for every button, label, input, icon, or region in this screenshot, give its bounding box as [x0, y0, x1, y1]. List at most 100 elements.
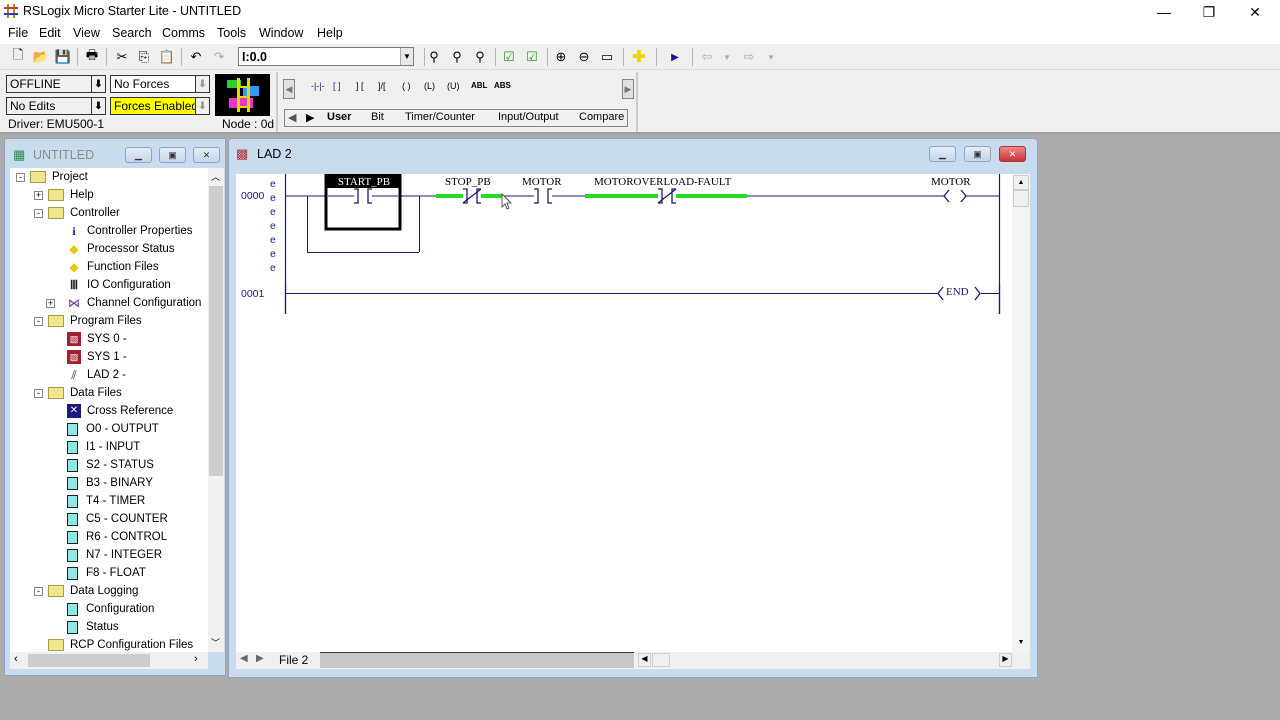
tree-item[interactable]: Program Files — [48, 312, 142, 330]
menu-view[interactable]: View — [73, 26, 100, 40]
tree-horizontal-scrollbar[interactable]: ‹ › — [10, 652, 208, 669]
paste-button[interactable]: 📋 — [158, 48, 176, 66]
menu-tools[interactable]: Tools — [217, 26, 246, 40]
tree-item[interactable]: Ⅲ IO Configuration — [67, 276, 171, 294]
tree-item[interactable]: ⫽ LAD 2 - — [67, 366, 126, 384]
back-button[interactable]: ⇦ — [698, 48, 716, 66]
tree-item[interactable]: ▧ SYS 0 - — [67, 330, 127, 348]
tab-user[interactable]: User — [327, 111, 351, 127]
collapse-icon[interactable]: - — [34, 317, 43, 326]
close-button[interactable]: ✕ — [1232, 0, 1278, 24]
scroll-down-button[interactable]: ▼ — [1013, 636, 1029, 651]
tree-item[interactable]: R6 - CONTROL — [67, 528, 167, 546]
tab-scroll-left[interactable]: ◀ — [288, 111, 296, 127]
tree-item[interactable]: C5 - COUNTER — [67, 510, 168, 528]
menu-file[interactable]: File — [8, 26, 28, 40]
run-button[interactable]: ▶ — [666, 48, 684, 66]
tree-item[interactable]: i Controller Properties — [67, 222, 192, 240]
window-button[interactable]: ▭ — [598, 48, 616, 66]
chevron-left-icon[interactable]: ‹ — [14, 653, 18, 665]
tag-stop-pb[interactable]: STOP_PB — [445, 176, 491, 188]
forces-select[interactable]: No Forces ⬇ — [110, 75, 210, 93]
new-button[interactable]: 🗋 — [9, 47, 27, 66]
tree-hscroll-thumb[interactable] — [28, 654, 150, 667]
expand-icon[interactable]: + — [46, 299, 55, 308]
instr-otl[interactable]: (L) — [424, 81, 435, 91]
tag-motoroverload-fault[interactable]: MOTOROVERLOAD-FAULT — [594, 176, 731, 188]
ladder-vertical-scrollbar[interactable]: ▲ ▼ — [1012, 174, 1030, 652]
tree-item[interactable]: ▧ SYS 1 - — [67, 348, 127, 366]
copy-button[interactable]: ⎘ — [135, 48, 153, 66]
tree-item[interactable]: S2 - STATUS — [67, 456, 154, 474]
tree-item[interactable]: Configuration — [67, 600, 154, 618]
instr-otu[interactable]: (U) — [447, 81, 460, 91]
tree-item[interactable]: ◆ Function Files — [67, 258, 158, 276]
rung-number-0001[interactable]: 0001 — [241, 288, 264, 300]
file-tab[interactable]: File 2 — [279, 653, 308, 667]
file-tab-scroll-left[interactable]: ◀ — [240, 653, 248, 664]
forward-button[interactable]: ⇨ — [740, 48, 758, 66]
collapse-icon[interactable]: - — [34, 587, 43, 596]
ladder-editor[interactable]: START_PB STOP_PB MOTOR MOTOROVERLOAD-FAU… — [236, 174, 1012, 652]
scroll-up-button[interactable]: ▲ — [1013, 175, 1029, 190]
ladder-hscroll-thumb[interactable] — [652, 653, 670, 667]
tree-item[interactable]: RCP Configuration Files — [48, 636, 193, 652]
find-next-button[interactable]: ⚲ — [448, 48, 466, 66]
tab-input-output[interactable]: Input/Output — [498, 111, 559, 127]
collapse-icon[interactable]: - — [34, 209, 43, 218]
cut-button[interactable]: ✂ — [113, 48, 131, 66]
menu-comms[interactable]: Comms — [162, 26, 205, 40]
menu-search[interactable]: Search — [112, 26, 152, 40]
chevron-down-icon[interactable]: ﹀ — [211, 636, 220, 649]
forces-enabled-select[interactable]: Forces Enabled ⬇ — [110, 97, 210, 115]
tree-item[interactable]: B3 - BINARY — [67, 474, 153, 492]
address-input[interactable] — [238, 47, 414, 66]
add-button[interactable]: ✚ — [630, 48, 648, 66]
tree-item[interactable]: ⋈ Channel Configuration — [67, 294, 201, 312]
print-button[interactable]: 🖶 — [83, 47, 101, 66]
file-tab-scroll-right[interactable]: ▶ — [256, 653, 264, 664]
restore-button[interactable]: ❐ — [1186, 0, 1232, 24]
instr-abs[interactable]: ABS — [494, 81, 511, 90]
tag-start-pb[interactable]: START_PB — [329, 176, 399, 188]
menu-edit[interactable]: Edit — [39, 26, 61, 40]
tree-item[interactable]: ✕ Cross Reference — [67, 402, 173, 420]
tree-item[interactable]: Data Files — [48, 384, 122, 402]
menu-window[interactable]: Window — [259, 26, 303, 40]
tree-vertical-scrollbar[interactable]: ︿ ﹀ — [208, 168, 224, 652]
tree-item[interactable]: Help — [48, 186, 94, 204]
tree-item[interactable]: O0 - OUTPUT — [67, 420, 159, 438]
instr-branch[interactable]: [ ] — [333, 81, 341, 91]
save-button[interactable]: 💾 — [54, 48, 72, 66]
tree-item[interactable]: Data Logging — [48, 582, 138, 600]
tab-timer-counter[interactable]: Timer/Counter — [405, 111, 475, 127]
tree-item[interactable]: ◆ Processor Status — [67, 240, 174, 258]
tree-item[interactable]: Controller — [48, 204, 120, 222]
mode-select[interactable]: OFFLINE ⬇ — [6, 75, 106, 93]
instr-new-rung[interactable]: -|-|- — [311, 81, 325, 91]
instr-abl[interactable]: ABL — [471, 81, 487, 90]
project-maximize-button[interactable]: ▣ — [159, 147, 186, 163]
tab-compare[interactable]: Compare — [579, 111, 624, 127]
tag-motor-coil[interactable]: MOTOR — [931, 176, 971, 188]
find-button[interactable]: ⚲ — [425, 48, 443, 66]
tree-vscroll-thumb[interactable] — [209, 186, 223, 476]
ladder-minimize-button[interactable]: ▁ — [929, 146, 956, 162]
minimize-button[interactable]: — — [1141, 0, 1187, 24]
expand-icon[interactable]: + — [34, 191, 43, 200]
project-close-button[interactable]: ✕ — [193, 147, 220, 163]
ladder-close-button[interactable]: ✕ — [999, 146, 1026, 162]
tab-scroll-right[interactable]: ▶ — [306, 111, 314, 127]
project-minimize-button[interactable]: ▁ — [125, 147, 152, 163]
chevron-right-icon[interactable]: › — [194, 653, 198, 665]
redo-button[interactable]: ↷ — [210, 48, 228, 66]
collapse-icon[interactable]: - — [34, 389, 43, 398]
instr-ote[interactable]: ( ) — [402, 81, 411, 91]
instr-xio[interactable]: ]/[ — [378, 81, 386, 91]
undo-button[interactable]: ↶ — [187, 48, 205, 66]
instr-scroll-left[interactable]: ◀ — [283, 79, 295, 99]
tab-bit[interactable]: Bit — [371, 111, 384, 127]
zoom-in-button[interactable]: ⊕ — [552, 48, 570, 66]
instr-scroll-right[interactable]: ▶ — [622, 79, 634, 99]
chevron-up-icon[interactable]: ︿ — [211, 170, 220, 183]
